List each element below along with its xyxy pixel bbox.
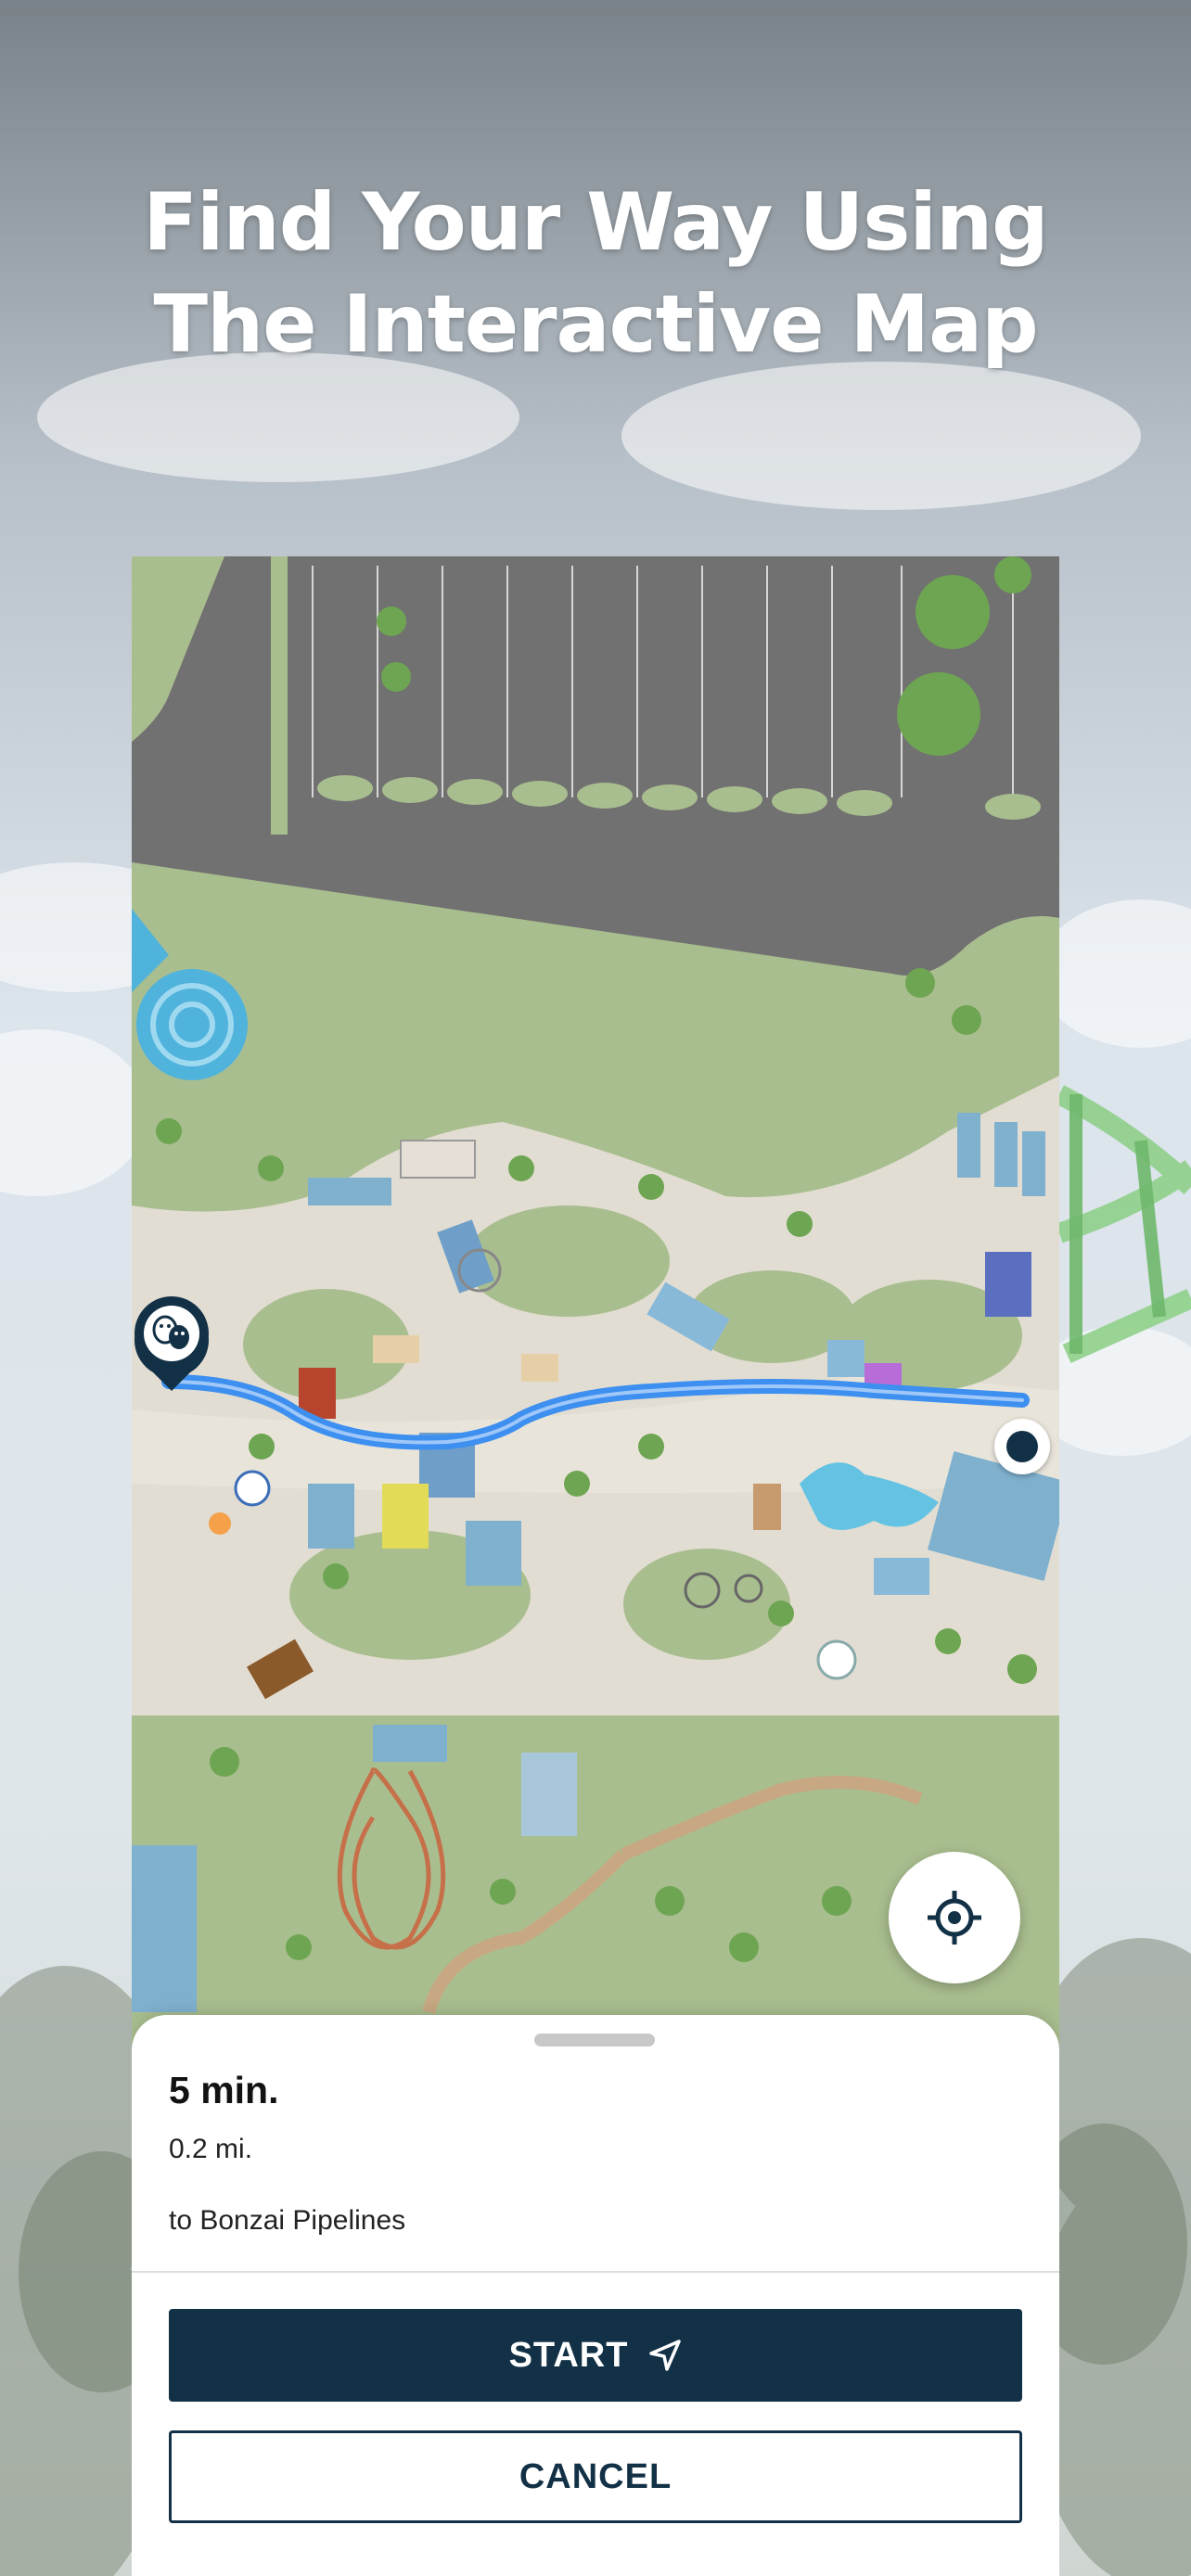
location-dot-icon <box>994 1419 1050 1474</box>
headline-line-1: Find Your Way Using <box>143 176 1048 269</box>
headline-line-2: The Interactive Map <box>153 278 1038 371</box>
cancel-button[interactable]: CANCEL <box>169 2430 1022 2523</box>
route-distance: 0.2 mi. <box>169 2134 253 2164</box>
divider <box>132 2271 1059 2273</box>
route-destination: to Bonzai Pipelines <box>169 2205 406 2236</box>
park-map[interactable] <box>132 556 1059 2015</box>
start-button-label: START <box>508 2335 629 2375</box>
route-duration: 5 min. <box>169 2069 279 2111</box>
sheet-drag-handle[interactable] <box>534 2034 655 2047</box>
start-button[interactable]: START <box>169 2309 1022 2402</box>
crosshair-icon <box>928 1891 981 1945</box>
navigation-arrow-icon <box>649 2340 682 2371</box>
locate-me-button[interactable] <box>889 1852 1020 1983</box>
headline: Find Your Way Using The Interactive Map <box>0 172 1191 376</box>
phone-screen: 5 min. 0.2 mi. to Bonzai Pipelines START… <box>132 556 1059 2576</box>
cancel-button-label: CANCEL <box>519 2456 672 2496</box>
route-sheet: 5 min. 0.2 mi. to Bonzai Pipelines START… <box>132 2015 1059 2576</box>
